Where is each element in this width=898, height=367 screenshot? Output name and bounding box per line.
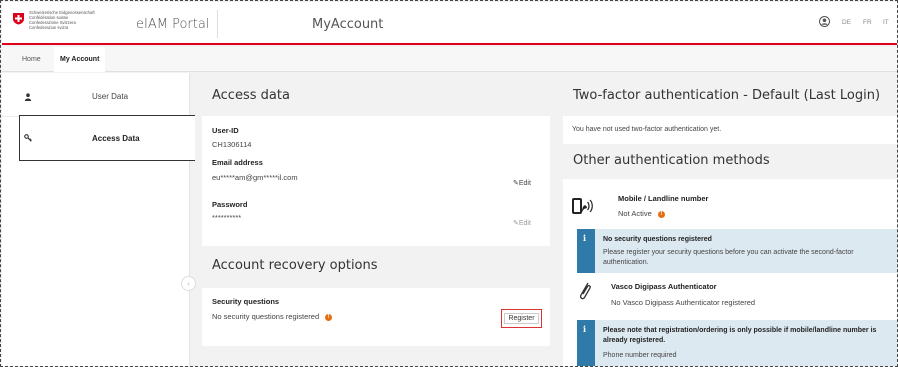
- key-icon: [24, 134, 32, 142]
- info-box-security-questions: i No security questions registered Pleas…: [577, 229, 897, 273]
- info-title: No security questions registered: [603, 236, 712, 243]
- security-questions-label: Security questions: [212, 297, 280, 306]
- user-id-label: User-ID: [212, 126, 239, 135]
- swiss-crest-icon: [13, 13, 24, 25]
- app-name: MyAccount: [312, 17, 384, 32]
- lang-fr-link[interactable]: FR: [863, 19, 872, 26]
- recovery-title: Account recovery options: [212, 258, 378, 273]
- breadcrumb-home[interactable]: Home: [16, 47, 47, 72]
- email-value: eu*****am@gm*****il.com: [212, 173, 298, 182]
- password-label: Password: [212, 200, 248, 209]
- mobile-method-status: Not Active!: [618, 209, 665, 218]
- warning-icon: !: [657, 210, 665, 218]
- email-label: Email address: [212, 158, 263, 167]
- vasco-method-title: Vasco Digipass Authenticator: [611, 282, 717, 291]
- lang-it-link[interactable]: IT: [883, 19, 889, 26]
- sidebar-item-user-data[interactable]: User Data: [2, 77, 190, 117]
- sidebar-item-label: Access Data: [92, 134, 140, 143]
- register-button[interactable]: Register: [501, 309, 542, 328]
- lang-de-link[interactable]: DE: [842, 19, 851, 26]
- info-icon: i: [583, 324, 587, 334]
- browser-frame: Schweizerische Eidgenossenschaft Confédé…: [0, 0, 898, 367]
- password-edit-link[interactable]: ✎Edit: [513, 219, 531, 227]
- sidebar-collapse-chevron-icon[interactable]: ‹: [181, 276, 196, 291]
- confederation-text: Schweizerische Eidgenossenschaft Confédé…: [29, 10, 95, 30]
- info-strip: i: [577, 320, 595, 366]
- paperclip-icon: [580, 282, 591, 300]
- access-data-card: User-ID CH1306114 Email address eu*****a…: [202, 116, 550, 246]
- user-id-value: CH1306114: [212, 140, 252, 149]
- other-methods-card: Mobile / Landline number Not Active! i N…: [563, 179, 897, 366]
- access-data-title: Access data: [212, 88, 290, 103]
- sidebar: User Data Access Data: [2, 73, 195, 366]
- mobile-method-title: Mobile / Landline number: [618, 194, 709, 203]
- info-icon: i: [583, 233, 587, 243]
- breadcrumb: Home My Account: [2, 47, 897, 72]
- email-edit-link[interactable]: ✎Edit: [513, 179, 531, 187]
- phone-signal-icon: [572, 198, 593, 214]
- other-methods-title: Other authentication methods: [573, 153, 770, 168]
- vasco-method-status: No Vasco Digipass Authenticator register…: [611, 298, 756, 307]
- recovery-card: Security questions No security questions…: [202, 288, 550, 346]
- warning-icon: !: [325, 313, 333, 321]
- two-factor-card: You have not used two-factor authenticat…: [563, 116, 897, 144]
- info-title: Please note that registration/ordering i…: [603, 327, 877, 344]
- user-account-icon[interactable]: [819, 16, 830, 27]
- header-divider: [217, 10, 218, 38]
- site-header: Schweizerische Eidgenossenschaft Confédé…: [2, 2, 897, 45]
- info-text: Please register your security questions …: [603, 249, 854, 266]
- info-text: Phone number required: [603, 352, 677, 359]
- sidebar-item-label: User Data: [92, 92, 129, 101]
- person-icon: [24, 93, 32, 101]
- info-strip: i: [577, 229, 595, 273]
- two-factor-title: Two-factor authentication - Default (Las…: [573, 88, 881, 103]
- info-box-phone-required: i Please note that registration/ordering…: [577, 320, 897, 366]
- two-factor-status: You have not used two-factor authenticat…: [572, 126, 722, 133]
- sidebar-item-access-data[interactable]: Access Data: [19, 115, 195, 161]
- breadcrumb-my-account[interactable]: My Account: [54, 47, 106, 72]
- password-value: **********: [212, 213, 242, 222]
- portal-name[interactable]: eIAM Portal: [136, 17, 209, 32]
- security-questions-status: No security questions registered!: [212, 312, 333, 321]
